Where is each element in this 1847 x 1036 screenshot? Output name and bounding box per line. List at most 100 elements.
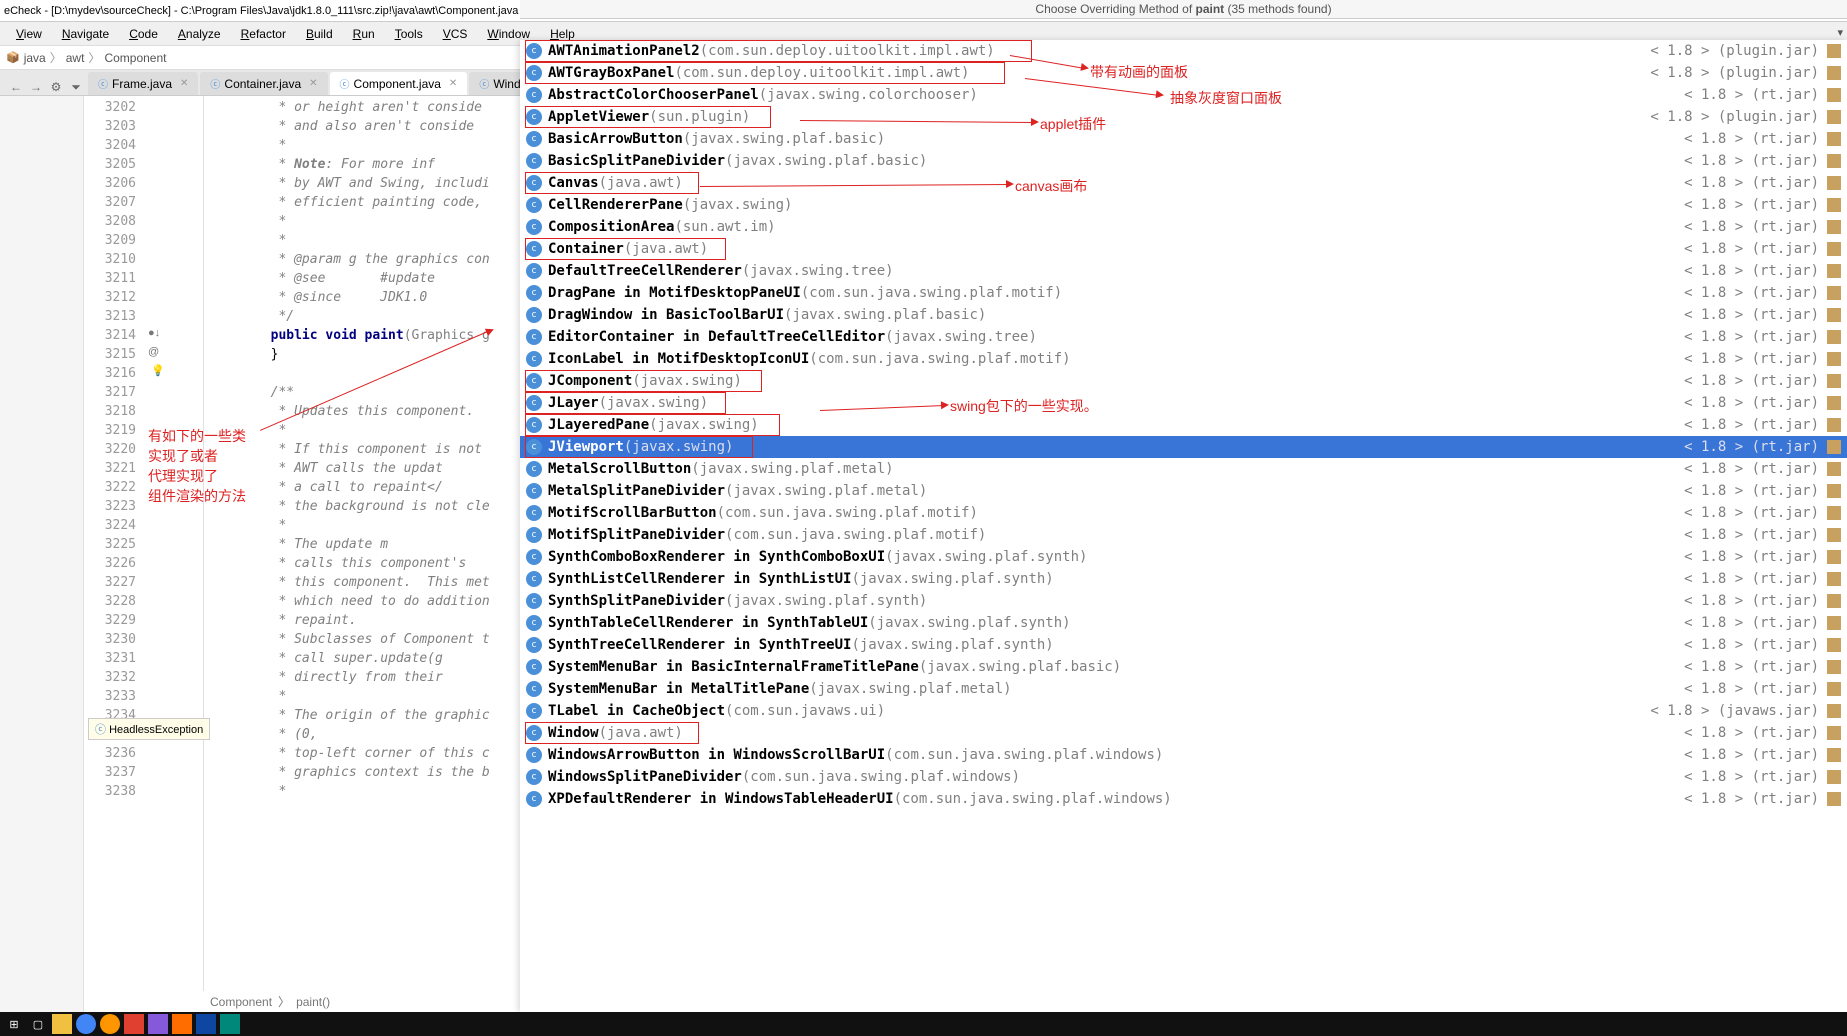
menu-refactor[interactable]: Refactor xyxy=(231,25,296,43)
jar-icon xyxy=(1827,374,1841,388)
jar-icon xyxy=(1827,66,1841,80)
jar-icon xyxy=(1827,594,1841,608)
menu-code[interactable]: Code xyxy=(119,25,168,43)
override-method-item[interactable]: cDragWindow in BasicToolBarUI (javax.swi… xyxy=(520,304,1847,326)
explorer-icon[interactable] xyxy=(52,1014,72,1034)
close-icon[interactable]: ✕ xyxy=(309,78,317,89)
menu-build[interactable]: Build xyxy=(296,25,343,43)
menu-run[interactable]: Run xyxy=(343,25,385,43)
override-method-item[interactable]: cAppletViewer (sun.plugin)< 1.8 > (plugi… xyxy=(520,106,1847,128)
editor-tab[interactable]: ⓒFrame.java✕ xyxy=(88,72,198,95)
override-method-item[interactable]: cWindowsSplitPaneDivider (com.sun.java.s… xyxy=(520,766,1847,788)
file-icon: ⓒ xyxy=(340,76,350,91)
gutter-main: ●↓ @ 💡 xyxy=(144,96,204,1012)
class-icon: c xyxy=(526,747,542,763)
start-icon[interactable]: ⊞ xyxy=(4,1014,24,1034)
app-icon[interactable] xyxy=(124,1014,144,1034)
class-icon: c xyxy=(526,395,542,411)
firefox-icon[interactable] xyxy=(100,1014,120,1034)
menu-view[interactable]: View xyxy=(6,25,52,43)
forward-icon[interactable]: → xyxy=(28,79,44,95)
override-method-item[interactable]: cSynthListCellRenderer in SynthListUI (j… xyxy=(520,568,1847,590)
close-icon[interactable]: ✕ xyxy=(449,78,457,89)
jar-icon xyxy=(1827,484,1841,498)
jar-icon xyxy=(1827,726,1841,740)
override-method-item[interactable]: cJLayer (javax.swing)< 1.8 > (rt.jar) xyxy=(520,392,1847,414)
override-method-item[interactable]: cWindowsArrowButton in WindowsScrollBarU… xyxy=(520,744,1847,766)
editor-tab[interactable]: ⓒContainer.java✕ xyxy=(200,72,327,95)
breadcrumb-item[interactable]: Component xyxy=(104,51,166,65)
override-method-item[interactable]: cAWTAnimationPanel2 (com.sun.deploy.uito… xyxy=(520,40,1847,62)
breadcrumb-item[interactable]: awt xyxy=(66,51,85,65)
file-icon: ⓒ xyxy=(210,76,220,91)
override-method-item[interactable]: cMetalScrollButton (javax.swing.plaf.met… xyxy=(520,458,1847,480)
jar-icon xyxy=(1827,616,1841,630)
override-method-item[interactable]: cIconLabel in MotifDesktopIconUI (com.su… xyxy=(520,348,1847,370)
override-method-item[interactable]: cDragPane in MotifDesktopPaneUI (com.sun… xyxy=(520,282,1847,304)
taskview-icon[interactable]: ▢ xyxy=(28,1014,48,1034)
override-method-item[interactable]: cSynthSplitPaneDivider (javax.swing.plaf… xyxy=(520,590,1847,612)
override-method-item[interactable]: cJViewport (javax.swing)< 1.8 > (rt.jar) xyxy=(520,436,1847,458)
line-numbers: 3202320332043205320632073208320932103211… xyxy=(84,96,144,1012)
package-icon: 📦 xyxy=(6,51,20,64)
gear-icon[interactable]: ⚙ xyxy=(48,79,64,95)
annotation: canvas画布 xyxy=(1015,176,1087,196)
override-method-item[interactable]: cMotifSplitPaneDivider (com.sun.java.swi… xyxy=(520,524,1847,546)
override-method-item[interactable]: cCanvas (java.awt)< 1.8 > (rt.jar) xyxy=(520,172,1847,194)
menu-tools[interactable]: Tools xyxy=(385,25,433,43)
collapse-icon[interactable]: ⏷ xyxy=(68,79,84,95)
override-method-item[interactable]: cMotifScrollBarButton (com.sun.java.swin… xyxy=(520,502,1847,524)
override-method-item[interactable]: cSynthComboBoxRenderer in SynthComboBoxU… xyxy=(520,546,1847,568)
class-icon: c xyxy=(526,637,542,653)
override-method-item[interactable]: cMetalSplitPaneDivider (javax.swing.plaf… xyxy=(520,480,1847,502)
override-method-item[interactable]: cXPDefaultRenderer in WindowsTableHeader… xyxy=(520,788,1847,810)
jar-icon xyxy=(1827,396,1841,410)
menu-analyze[interactable]: Analyze xyxy=(168,25,231,43)
override-method-item[interactable]: cSystemMenuBar in BasicInternalFrameTitl… xyxy=(520,656,1847,678)
override-method-item[interactable]: cTLabel in CacheObject (com.sun.javaws.u… xyxy=(520,700,1847,722)
override-method-item[interactable]: cDefaultTreeCellRenderer (javax.swing.tr… xyxy=(520,260,1847,282)
class-icon: c xyxy=(526,285,542,301)
class-icon: c xyxy=(526,483,542,499)
menu-navigate[interactable]: Navigate xyxy=(52,25,119,43)
override-method-item[interactable]: cJLayeredPane (javax.swing)< 1.8 > (rt.j… xyxy=(520,414,1847,436)
override-method-item[interactable]: cWindow (java.awt)< 1.8 > (rt.jar) xyxy=(520,722,1847,744)
app-icon-4[interactable] xyxy=(196,1014,216,1034)
override-method-item[interactable]: cCompositionArea (sun.awt.im)< 1.8 > (rt… xyxy=(520,216,1847,238)
class-icon: c xyxy=(526,417,542,433)
override-method-item[interactable]: cJComponent (javax.swing)< 1.8 > (rt.jar… xyxy=(520,370,1847,392)
class-icon: c xyxy=(526,439,542,455)
chrome-icon[interactable] xyxy=(76,1014,96,1034)
app-icon-5[interactable] xyxy=(220,1014,240,1034)
class-icon: c xyxy=(526,527,542,543)
override-method-item[interactable]: cBasicArrowButton (javax.swing.plaf.basi… xyxy=(520,128,1847,150)
jar-icon xyxy=(1827,176,1841,190)
editor-tab[interactable]: ⓒComponent.java✕ xyxy=(330,72,468,95)
back-icon[interactable]: ← xyxy=(8,79,24,95)
breadcrumb-item[interactable]: java xyxy=(24,51,46,65)
app-icon-2[interactable] xyxy=(148,1014,168,1034)
expand-icon[interactable]: ▾ xyxy=(1837,26,1843,39)
class-icon: c xyxy=(526,351,542,367)
app-icon-3[interactable] xyxy=(172,1014,192,1034)
override-method-item[interactable]: cSynthTableCellRenderer in SynthTableUI … xyxy=(520,612,1847,634)
jar-icon xyxy=(1827,462,1841,476)
class-icon: c xyxy=(526,703,542,719)
class-icon: c xyxy=(526,65,542,81)
close-icon[interactable]: ✕ xyxy=(180,78,188,89)
class-icon: c xyxy=(526,241,542,257)
override-method-item[interactable]: cCellRendererPane (javax.swing)< 1.8 > (… xyxy=(520,194,1847,216)
menu-vcs[interactable]: VCS xyxy=(433,25,478,43)
windows-taskbar: ⊞ ▢ xyxy=(0,1012,1847,1036)
override-method-item[interactable]: cSynthTreeCellRenderer in SynthTreeUI (j… xyxy=(520,634,1847,656)
class-icon: c xyxy=(526,505,542,521)
class-icon: c xyxy=(526,153,542,169)
override-method-item[interactable]: cSystemMenuBar in MetalTitlePane (javax.… xyxy=(520,678,1847,700)
class-icon: c xyxy=(526,769,542,785)
class-icon: c xyxy=(526,197,542,213)
override-method-item[interactable]: cEditorContainer in DefaultTreeCellEdito… xyxy=(520,326,1847,348)
jar-icon xyxy=(1827,44,1841,58)
override-method-item[interactable]: cContainer (java.awt)< 1.8 > (rt.jar) xyxy=(520,238,1847,260)
override-method-item[interactable]: cBasicSplitPaneDivider (javax.swing.plaf… xyxy=(520,150,1847,172)
jar-icon xyxy=(1827,308,1841,322)
